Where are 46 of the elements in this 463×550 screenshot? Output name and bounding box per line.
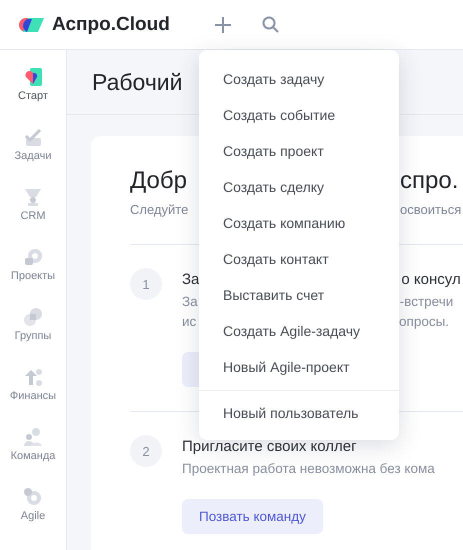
menu-item[interactable]: Новый пользователь [199, 395, 399, 431]
people-icon [22, 427, 43, 447]
sidebar-item[interactable]: Agile [20, 487, 46, 547]
arrow-up-icon [23, 367, 43, 387]
menu-item[interactable]: Создать событие [199, 97, 399, 133]
step-button[interactable]: Позвать команду [182, 499, 323, 534]
step-number: 1 [130, 268, 162, 300]
step-title: Пригласите своих коллег [182, 438, 357, 455]
sidebar-item[interactable]: Финансы [10, 367, 56, 427]
welcome-title: спро. [400, 167, 458, 195]
sidebar-item[interactable]: Проекты [10, 247, 56, 307]
menu-item[interactable]: Создать задачу [199, 61, 399, 97]
step-description: ис [182, 313, 197, 331]
menu-item[interactable]: Создать Agile-задачу [199, 313, 399, 349]
step-title: о консул [401, 271, 461, 288]
step-description: -встречи [400, 293, 454, 311]
sidebar-item[interactable]: Команда [10, 427, 56, 487]
funnel-icon [23, 187, 43, 207]
plus-icon[interactable] [214, 16, 232, 34]
menu-item[interactable]: Создать проект [199, 133, 399, 169]
sidebar-item[interactable]: Старт [18, 67, 48, 127]
heart-card-icon [22, 67, 43, 87]
menu-item[interactable]: Создать сделку [199, 169, 399, 205]
welcome-title: Добр [130, 167, 188, 195]
logo-icon[interactable] [18, 16, 44, 34]
search-icon[interactable] [262, 16, 279, 33]
circles-icon [23, 307, 43, 327]
ring-icon [23, 487, 43, 507]
menu-item[interactable]: Новый Agile-проект [199, 349, 399, 385]
welcome-subtitle: освоиться [400, 202, 462, 217]
sidebar-item[interactable]: CRM [20, 187, 46, 247]
step-description: опросы. [399, 313, 450, 331]
sidebar-item[interactable]: Группы [14, 307, 52, 367]
step-title: За [182, 271, 200, 288]
step-description: За [182, 293, 198, 311]
menu-item[interactable]: Создать компанию [199, 205, 399, 241]
step-number: 2 [130, 435, 162, 467]
checkmark-icon [23, 127, 43, 147]
sidebar-item[interactable]: Задачи [14, 127, 52, 187]
page-title: Рабочий [92, 68, 183, 96]
step-description: Проектная работа невозможна без кома [182, 460, 435, 478]
ring-icon [22, 247, 43, 267]
welcome-subtitle: Следуйте [130, 202, 190, 217]
app-name: Аспро.Cloud [52, 14, 170, 36]
menu-item[interactable]: Выставить счет [199, 277, 399, 313]
menu-item[interactable]: Создать контакт [199, 241, 399, 277]
